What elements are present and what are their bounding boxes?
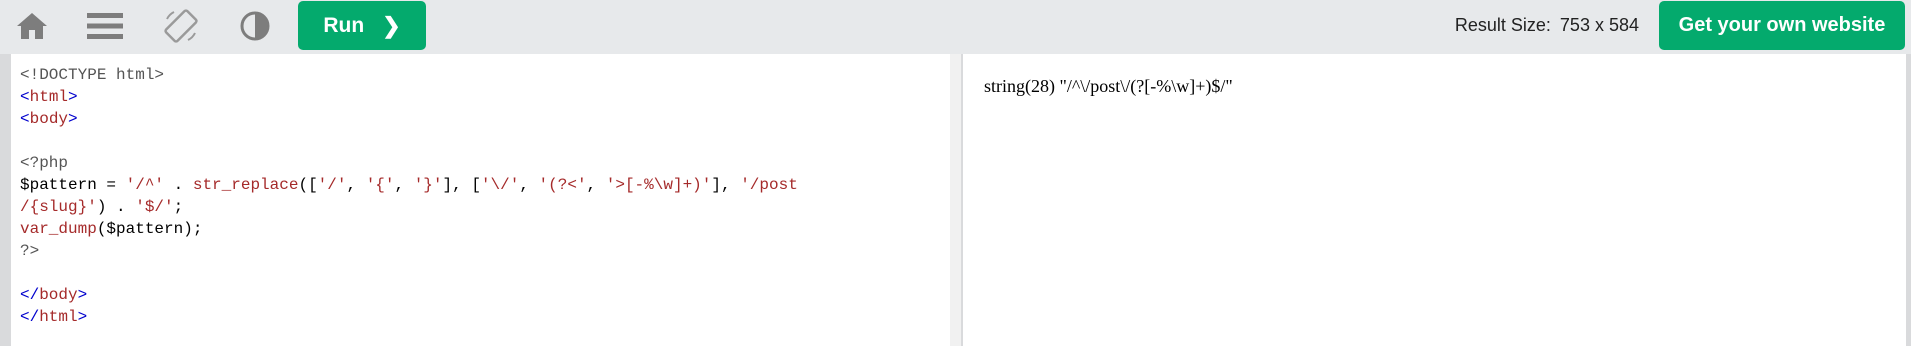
code-token: > (77, 286, 88, 304)
run-button[interactable]: Run ❯ (298, 1, 426, 50)
code-line[interactable]: $pattern = '/^' . str_replace(['/', '{',… (20, 174, 798, 196)
code-token: > (68, 110, 78, 128)
get-own-website-button[interactable]: Get your own website (1659, 1, 1905, 50)
result-frame: string(28) "/^\/post\/(?[-%\w]+)$/" (963, 54, 1906, 346)
menu-icon (87, 13, 123, 39)
code-token: ($pattern); (96, 220, 203, 238)
code-token: html (39, 308, 78, 326)
result-output: string(28) "/^\/post\/(?[-%\w]+)$/" (984, 76, 1233, 96)
code-text[interactable]: <!DOCTYPE html> <html> <body> <?php $pattern… (20, 64, 798, 328)
code-token: , (519, 176, 539, 194)
code-line[interactable]: ?> (20, 240, 798, 262)
code-token: , (394, 176, 414, 194)
code-token: </ (20, 286, 40, 304)
code-token: $pattern = (20, 176, 126, 194)
code-line[interactable]: var_dump($pattern); (20, 218, 798, 240)
code-line[interactable]: <html> (20, 86, 798, 108)
code-token: str_replace (192, 176, 299, 194)
rotate-button[interactable] (159, 6, 203, 46)
code-token: <!DOCTYPE html> (20, 66, 165, 84)
theme-toggle-button[interactable] (233, 6, 277, 46)
code-token: ; (173, 198, 184, 216)
code-token: '>[-%\w]+)' (605, 176, 712, 194)
rotate-icon (164, 9, 198, 43)
code-token: /{slug}' (20, 198, 97, 216)
code-token: var_dump (20, 220, 97, 238)
code-line[interactable]: <body> (20, 108, 798, 130)
code-token: < (20, 88, 30, 106)
code-token: , (586, 176, 606, 194)
run-label: Run (323, 13, 365, 37)
home-button[interactable] (10, 6, 54, 46)
code-token: body (39, 286, 78, 304)
code-token: ([ (298, 176, 318, 194)
home-icon (17, 13, 47, 39)
code-line[interactable]: <!DOCTYPE html> (20, 64, 798, 86)
code-line[interactable]: </body> (20, 284, 798, 306)
code-token: <?php (20, 154, 69, 172)
menu-button[interactable] (83, 6, 127, 46)
code-line[interactable]: <?php (20, 152, 798, 174)
code-token: '/' (317, 176, 347, 194)
code-token: ) . (96, 198, 136, 216)
code-editor[interactable]: <!DOCTYPE html> <html> <body> <?php $pattern… (11, 54, 950, 346)
code-token: ], [ (442, 176, 481, 194)
code-token: '\/' (480, 176, 520, 194)
code-token: ?> (20, 242, 40, 260)
code-token: '(?<' (538, 176, 587, 194)
code-line[interactable]: /{slug}') . '$/'; (20, 196, 798, 218)
chevron-right-icon: ❯ (382, 12, 401, 38)
code-token: '/^' (125, 176, 165, 194)
code-token: </ (20, 308, 40, 326)
code-line[interactable] (20, 130, 798, 152)
code-token: , (346, 176, 366, 194)
code-token: > (77, 308, 88, 326)
code-token: '$/' (135, 198, 174, 216)
code-token: ], (711, 176, 741, 194)
code-token: '/post (740, 176, 798, 194)
result-size-label: Result Size: (1454, 15, 1551, 35)
code-token: . (164, 176, 193, 194)
splitter[interactable] (950, 54, 961, 346)
code-token: < (20, 110, 30, 128)
code-token: html (29, 88, 69, 106)
result-size: Result Size: 753 x 584 (1455, 15, 1639, 36)
code-line[interactable] (20, 262, 798, 284)
toolbar: Run ❯ Result Size: 753 x 584 Get your ow… (0, 0, 1911, 54)
contrast-icon (240, 11, 270, 41)
code-token: body (29, 110, 69, 128)
code-line[interactable]: </html> (20, 306, 798, 328)
code-token: > (68, 88, 78, 106)
result-size-value: 753 x 584 (1559, 15, 1639, 35)
code-token: '}' (413, 176, 443, 194)
code-token: '{' (365, 176, 395, 194)
